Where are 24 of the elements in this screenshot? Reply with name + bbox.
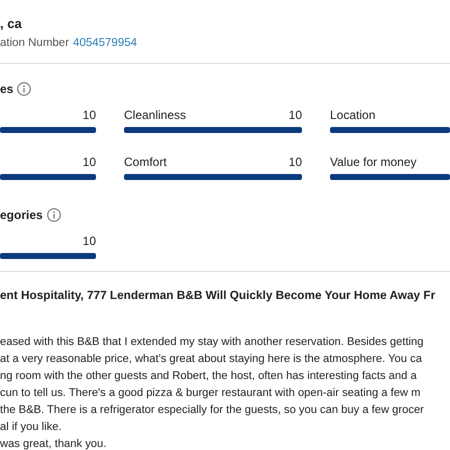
property-title: , ca (0, 16, 23, 31)
info-icon[interactable] (17, 82, 32, 96)
category-label: Cleanliness (124, 108, 186, 123)
category-label: Value for money (330, 155, 416, 170)
category-score: 10 (288, 108, 302, 123)
section-heading: es (0, 82, 14, 96)
info-icon[interactable] (46, 208, 61, 222)
review-text-line: cun to tell us. There's a good pizza & burger restaurant with open-air seating a few m (0, 386, 422, 401)
confirmation-label: ation Number (0, 37, 70, 49)
category-score: 10 (82, 155, 96, 170)
category-label: Location (330, 108, 376, 123)
confirmation-number-link[interactable]: 4054579954 (73, 37, 138, 49)
category-score: 10 (82, 234, 96, 249)
section-heading: egories (0, 208, 43, 222)
review-text-line: al if you like. (0, 420, 63, 435)
review-text-line: at a very reasonable price, what's great about staying here is the atmosphere. You ca (0, 352, 423, 367)
category-label: Comfort (124, 155, 167, 170)
category-score: 10 (82, 108, 96, 123)
category-score: 10 (288, 155, 302, 170)
review-title: ent Hospitality, 777 Lenderman B&B Will Quickly Become Your Home Away Fr (0, 288, 436, 302)
review-text-line: eased with this B&B that I extended my stay with another reservation. Besides getting (0, 335, 424, 350)
review-text-line: was great, thank you. (0, 437, 108, 450)
review-text-line: ng room with the other guests and Robert, the host, often has interesting facts and a (0, 369, 418, 384)
review-text-line: the B&B. There is a refrigerator especially for the guests, so you can buy a few grocer (0, 403, 425, 418)
